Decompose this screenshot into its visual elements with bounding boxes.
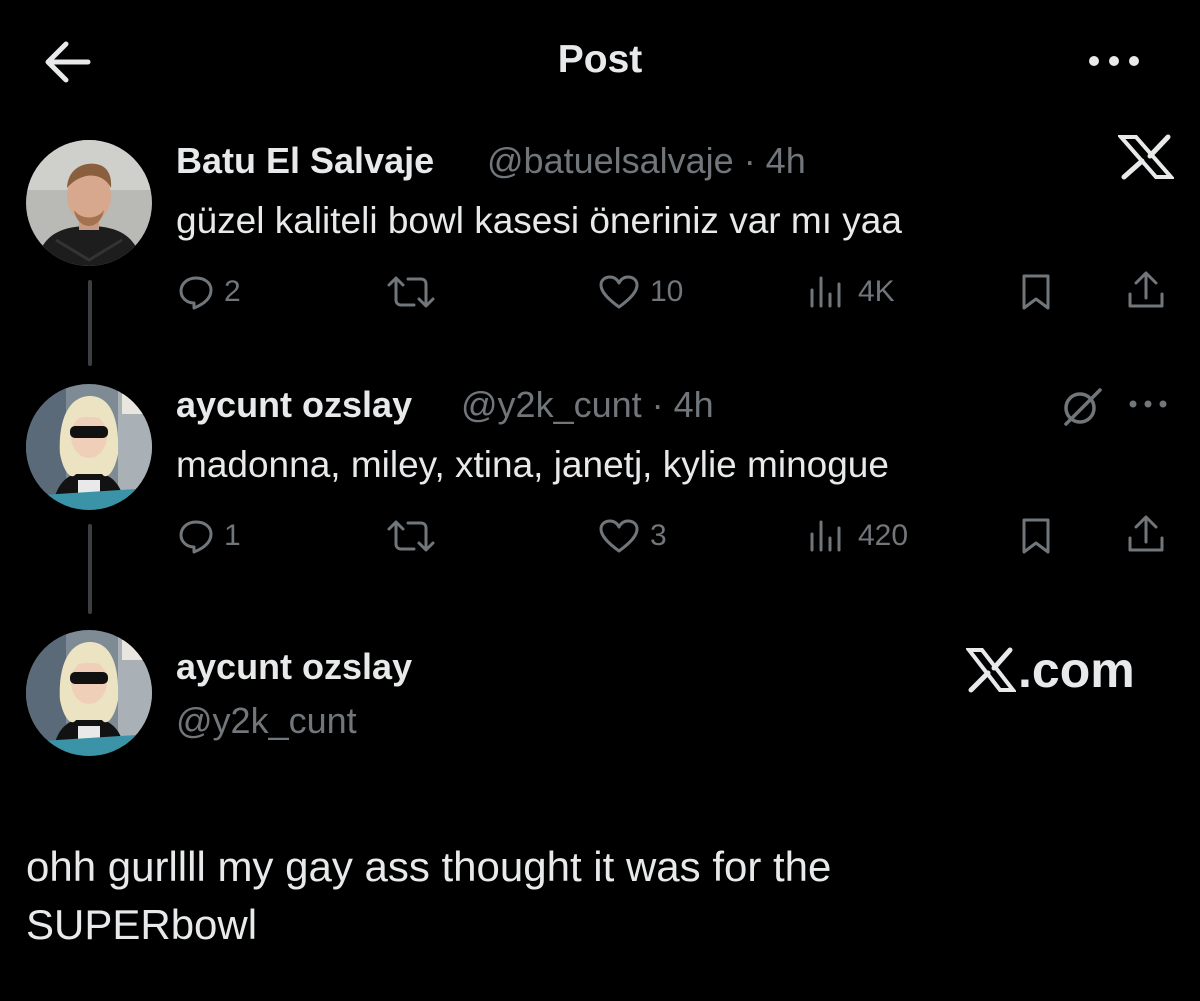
- bookmark-icon: [1022, 518, 1050, 554]
- repost-button[interactable]: [386, 272, 436, 312]
- like-count: 3: [650, 519, 667, 552]
- like-button[interactable]: 10: [598, 272, 683, 312]
- author-handle-time[interactable]: @y2k_cunt · 4h: [461, 384, 714, 426]
- like-button[interactable]: 3: [598, 516, 667, 556]
- repost-icon: [387, 520, 435, 552]
- analytics-icon: [810, 276, 841, 308]
- reply-count: 2: [224, 275, 241, 308]
- repost-button[interactable]: [386, 516, 436, 556]
- x-logo-icon: [966, 647, 1016, 693]
- reply-button[interactable]: 1: [178, 516, 241, 556]
- post-text: madonna, miley, xtina, janetj, kylie min…: [176, 444, 889, 485]
- bookmark-icon: [1022, 274, 1050, 310]
- more-horizontal-icon: [1089, 56, 1139, 66]
- grok-icon[interactable]: [1060, 386, 1104, 428]
- analytics-icon: [810, 520, 841, 552]
- author-handle[interactable]: @y2k_cunt: [176, 700, 357, 742]
- reply-icon: [179, 520, 213, 554]
- reply-text: ohh gurllll my gay ass thought it was fo…: [26, 838, 1126, 954]
- like-count: 10: [650, 275, 684, 308]
- avatar-photo-blonde: [26, 384, 152, 510]
- view-count: 4K: [858, 275, 895, 308]
- share-icon: [1128, 515, 1164, 552]
- avatar[interactable]: [26, 630, 152, 756]
- avatar-photo-man: [26, 140, 152, 266]
- more-options-button[interactable]: [1126, 396, 1170, 412]
- author-name[interactable]: aycunt ozslay: [176, 646, 412, 688]
- share-icon: [1128, 271, 1164, 308]
- heart-icon: [599, 519, 639, 553]
- reply-icon: [179, 276, 213, 310]
- views-button[interactable]: 4K: [808, 272, 895, 312]
- x-logo-icon[interactable]: [1118, 134, 1174, 180]
- reply-text-line: SUPERbowl: [26, 901, 258, 948]
- reply-text-line: ohh gurllll my gay ass thought it was fo…: [26, 843, 832, 890]
- thread-connector: [88, 524, 92, 614]
- views-button[interactable]: 420: [808, 516, 908, 556]
- more-horizontal-icon: [1129, 400, 1167, 408]
- reply-button[interactable]: 2: [178, 272, 241, 312]
- watermark-text: .com: [1018, 642, 1135, 698]
- avatar[interactable]: [26, 140, 152, 266]
- reply-count: 1: [224, 519, 241, 552]
- avatar-photo-blonde: [26, 630, 152, 756]
- share-button[interactable]: [1126, 514, 1166, 554]
- share-button[interactable]: [1126, 270, 1166, 310]
- more-options-button[interactable]: [1084, 46, 1144, 76]
- post-text: güzel kaliteli bowl kasesi öneriniz var …: [176, 200, 902, 241]
- repost-icon: [387, 276, 435, 308]
- bookmark-button[interactable]: [1020, 516, 1052, 556]
- author-name[interactable]: Batu El Salvaje: [176, 140, 434, 182]
- x-com-watermark: .com: [966, 640, 1135, 700]
- bookmark-button[interactable]: [1020, 272, 1052, 312]
- page-title: Post: [557, 38, 643, 81]
- view-count: 420: [858, 519, 909, 552]
- thread-connector: [88, 280, 92, 366]
- author-name[interactable]: aycunt ozslay: [176, 384, 412, 426]
- author-handle-time[interactable]: @batuelsalvaje · 4h: [487, 140, 806, 182]
- avatar[interactable]: [26, 384, 152, 510]
- heart-icon: [599, 275, 639, 309]
